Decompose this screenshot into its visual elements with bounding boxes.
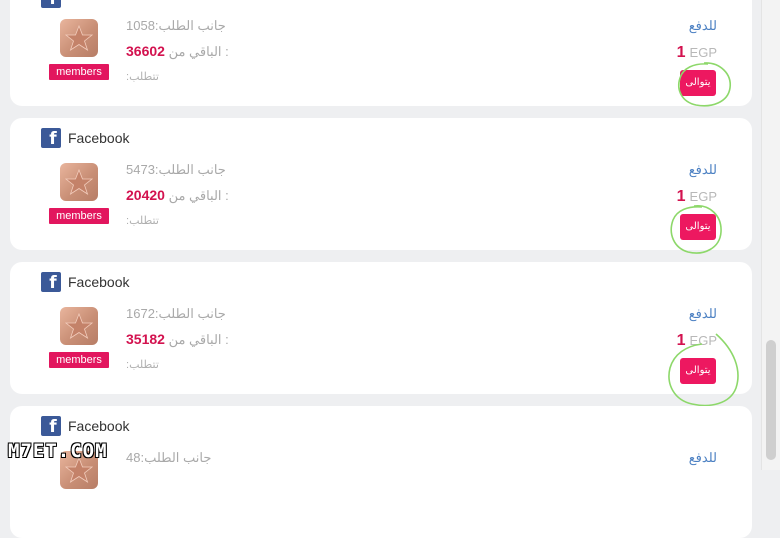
platform-name: Facebook	[68, 274, 130, 290]
scrollbar-thumb[interactable]	[766, 340, 776, 460]
platform-name: Facebook	[68, 130, 130, 146]
platform-row: f Facebook	[41, 415, 129, 437]
price-value: 1	[676, 44, 686, 61]
facebook-icon: f	[41, 128, 61, 148]
price-currency: EGP	[689, 189, 717, 204]
members-badge: members	[49, 64, 109, 80]
star-icon	[60, 163, 98, 201]
pay-title: للدفع	[688, 162, 717, 177]
members-badge: members	[49, 352, 109, 368]
pay-title: للدفع	[688, 18, 717, 33]
offer-card: f Facebook جانب الطلب:48 للدفع	[10, 406, 752, 538]
requested-count: جانب الطلب:1672	[126, 306, 226, 321]
star-icon	[60, 19, 98, 57]
platform-name: Facebook	[68, 418, 130, 434]
remaining-count: 36602	[126, 43, 165, 59]
price: 1 EGP	[677, 188, 717, 206]
offer-card: f Facebook members جانب الطلب:5473 20420…	[10, 118, 752, 254]
requested-count: جانب الطلب:1058	[126, 18, 226, 33]
remaining-label: الباقي من :	[168, 188, 229, 203]
platform-row: f	[41, 0, 68, 9]
offer-card: f members جانب الطلب:1058 36602 الباقي م…	[10, 0, 752, 107]
price: 1 EGP	[677, 332, 717, 350]
scrollbar[interactable]	[761, 0, 780, 470]
status-text: :تتطلب	[126, 359, 159, 371]
remaining-row: 35182 الباقي من :	[126, 331, 229, 348]
remaining-label: الباقي من :	[168, 44, 229, 59]
requested-count: جانب الطلب:5473	[126, 162, 226, 177]
pay-title: للدفع	[688, 450, 717, 465]
price: 1 EGP	[677, 44, 717, 62]
offer-card: f Facebook members جانب الطلب:1672 35182…	[10, 262, 752, 407]
follow-button[interactable]: يتوالى	[680, 214, 716, 240]
remaining-label: الباقي من :	[168, 332, 229, 347]
members-badge: members	[49, 208, 109, 224]
platform-row: f Facebook	[41, 271, 129, 293]
facebook-icon: f	[41, 272, 61, 292]
platform-row: f Facebook	[41, 127, 129, 149]
requested-count: جانب الطلب:48	[126, 450, 212, 465]
facebook-icon: f	[41, 416, 61, 436]
star-icon	[60, 307, 98, 345]
remaining-count: 20420	[126, 187, 165, 203]
remaining-count: 35182	[126, 331, 165, 347]
facebook-icon: f	[41, 0, 61, 8]
status-text: :تتطلب	[126, 215, 159, 227]
pay-title: للدفع	[688, 306, 717, 321]
remaining-row: 36602 الباقي من :	[126, 43, 229, 60]
follow-button[interactable]: يتوالى	[680, 358, 716, 384]
remaining-row: 20420 الباقي من :	[126, 187, 229, 204]
price-currency: EGP	[689, 45, 717, 60]
site-watermark: M7ET.COM	[8, 440, 108, 462]
price-currency: EGP	[689, 333, 717, 348]
follow-button[interactable]: يتوالى	[680, 70, 716, 96]
status-text: :تتطلب	[126, 71, 159, 83]
price-value: 1	[676, 332, 686, 349]
price-value: 1	[676, 188, 686, 205]
